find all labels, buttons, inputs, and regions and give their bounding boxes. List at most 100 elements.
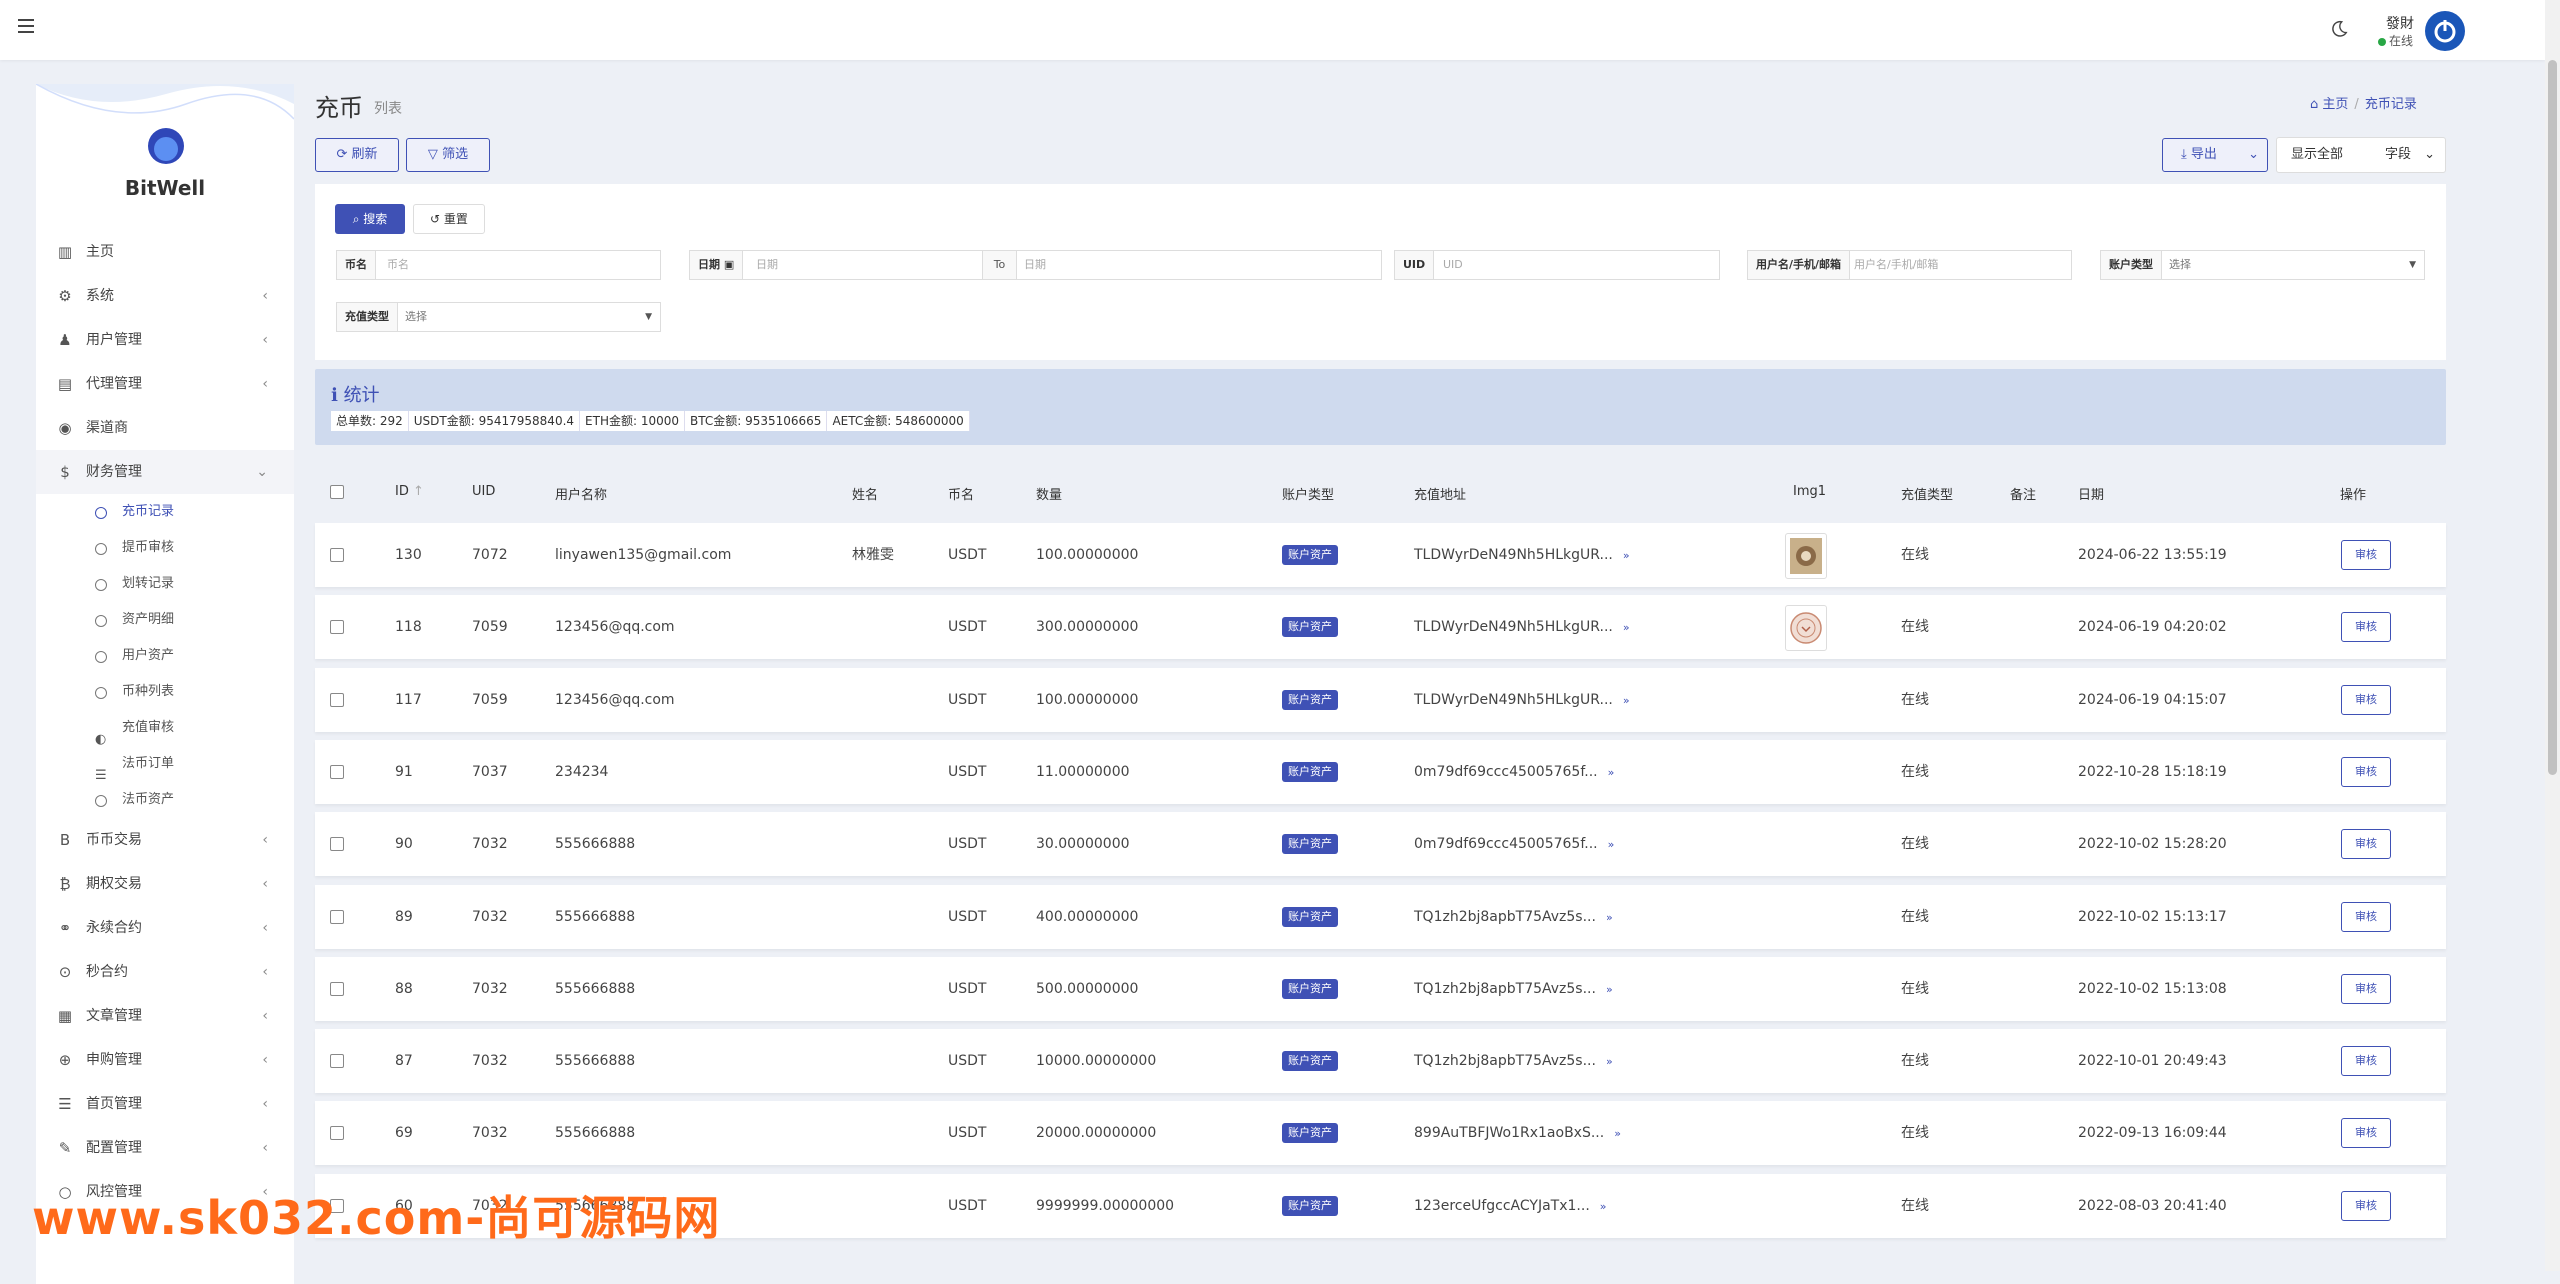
- sidebar-item[interactable]: ⊙ 秒合约 ‹: [36, 950, 294, 994]
- row-checkbox[interactable]: [330, 1126, 344, 1140]
- row-checkbox[interactable]: [330, 837, 344, 851]
- row-checkbox[interactable]: [330, 1054, 344, 1068]
- search-button[interactable]: ⌕ 搜索: [335, 204, 405, 234]
- expand-icon[interactable]: »: [1606, 1055, 1613, 1068]
- refresh-button[interactable]: ⟳ 刷新: [315, 138, 399, 172]
- cell-address[interactable]: TQ1zh2bj8apbT75Avz5s... »: [1414, 1029, 1613, 1094]
- sidebar-item[interactable]: ⊕ 申购管理 ‹: [36, 1038, 294, 1082]
- row-checkbox[interactable]: [330, 910, 344, 924]
- row-checkbox[interactable]: [330, 693, 344, 707]
- expand-icon[interactable]: »: [1606, 911, 1613, 924]
- expand-icon[interactable]: »: [1623, 694, 1630, 707]
- cell-address[interactable]: TLDWyrDeN49Nh5HLkgUR... »: [1414, 595, 1630, 660]
- sidebar-item[interactable]: ▥ 主页: [36, 230, 294, 274]
- sidebar-subitem[interactable]: 资产明细: [36, 602, 294, 638]
- column-header[interactable]: 数量: [1036, 484, 1062, 503]
- fields-label[interactable]: 字段: [2385, 138, 2411, 172]
- column-header[interactable]: 备注: [2010, 484, 2036, 503]
- scrollbar-thumb[interactable]: [2548, 60, 2557, 775]
- receipt-photo-thumbnail[interactable]: [1785, 533, 1827, 579]
- coin-input[interactable]: 币名: [387, 251, 409, 279]
- column-header[interactable]: 日期: [2078, 484, 2104, 503]
- sidebar-item[interactable]: ₿ 期权交易 ‹: [36, 862, 294, 906]
- sidebar-item[interactable]: B 币币交易 ‹: [36, 818, 294, 862]
- column-header[interactable]: 充值类型: [1901, 484, 1953, 503]
- uid-input[interactable]: UID: [1443, 251, 1463, 279]
- column-header[interactable]: 姓名: [852, 484, 878, 503]
- cell-address[interactable]: 899AuTBFJWo1Rx1aoBxS... »: [1414, 1101, 1621, 1166]
- cell-address[interactable]: 0m79df69ccc45005765f... »: [1414, 812, 1614, 877]
- sidebar-subitem[interactable]: 充币记录: [36, 494, 294, 530]
- column-header[interactable]: UID: [472, 484, 495, 499]
- row-checkbox[interactable]: [330, 548, 344, 562]
- expand-icon[interactable]: »: [1614, 1127, 1621, 1140]
- reset-button[interactable]: ↺ 重置: [413, 204, 485, 234]
- breadcrumb-current[interactable]: 充币记录: [2365, 97, 2417, 112]
- column-header[interactable]: ID ↑: [395, 484, 424, 499]
- expand-icon[interactable]: »: [1600, 1200, 1607, 1213]
- audit-button[interactable]: 审核: [2341, 1118, 2391, 1148]
- sidebar-item[interactable]: ☰ 首页管理 ‹: [36, 1082, 294, 1126]
- audit-button[interactable]: 审核: [2341, 1191, 2391, 1221]
- sidebar-subitem[interactable]: ☰ 法币订单: [36, 746, 294, 783]
- column-header[interactable]: 账户类型: [1282, 484, 1334, 503]
- audit-button[interactable]: 审核: [2341, 540, 2391, 570]
- select-all-checkbox[interactable]: [330, 485, 344, 499]
- sidebar-item[interactable]: ⚙ 系统 ‹: [36, 274, 294, 318]
- cell-address[interactable]: 0m79df69ccc45005765f... »: [1414, 740, 1614, 805]
- expand-icon[interactable]: »: [1608, 838, 1615, 851]
- sidebar-item[interactable]: ◉ 渠道商: [36, 406, 294, 450]
- audit-button[interactable]: 审核: [2341, 757, 2391, 787]
- column-header[interactable]: 操作: [2340, 484, 2366, 503]
- page-scrollbar[interactable]: [2545, 0, 2560, 1271]
- column-display-dropdown[interactable]: 显示全部 字段 ⌄: [2276, 137, 2446, 173]
- date-from-input[interactable]: 日期: [756, 251, 778, 279]
- export-button[interactable]: ⤓ 导出 ⌄: [2162, 138, 2268, 172]
- recharge-type-select[interactable]: 选择: [405, 303, 427, 331]
- row-checkbox[interactable]: [330, 982, 344, 996]
- menu-toggle-icon[interactable]: [18, 19, 34, 33]
- user-input[interactable]: 用户名/手机/邮箱: [1854, 251, 1938, 279]
- row-checkbox[interactable]: [330, 765, 344, 779]
- audit-button[interactable]: 审核: [2341, 685, 2391, 715]
- breadcrumb-home[interactable]: 主页: [2322, 97, 2348, 112]
- sidebar-item[interactable]: ▦ 文章管理 ‹: [36, 994, 294, 1038]
- cell-address[interactable]: TQ1zh2bj8apbT75Avz5s... »: [1414, 885, 1613, 950]
- audit-button[interactable]: 审核: [2341, 829, 2391, 859]
- expand-icon[interactable]: »: [1606, 983, 1613, 996]
- column-header[interactable]: Img1: [1793, 484, 1826, 499]
- sidebar-subitem[interactable]: 法币资产: [36, 782, 294, 818]
- expand-icon[interactable]: »: [1623, 621, 1630, 634]
- cell-address[interactable]: TLDWyrDeN49Nh5HLkgUR... »: [1414, 668, 1630, 733]
- column-header[interactable]: 充值地址: [1414, 484, 1466, 503]
- cell-address[interactable]: TQ1zh2bj8apbT75Avz5s... »: [1414, 957, 1613, 1022]
- recharge-type-filter[interactable]: 充值类型 选择 ▼: [336, 302, 661, 332]
- sidebar-subitem[interactable]: ◐ 充值审核: [36, 710, 294, 747]
- account-type-select[interactable]: 选择: [2169, 251, 2191, 279]
- date-to-input[interactable]: 日期: [1024, 251, 1046, 279]
- cell-address[interactable]: TLDWyrDeN49Nh5HLkgUR... »: [1414, 523, 1630, 588]
- seal-image-thumbnail[interactable]: [1785, 605, 1827, 651]
- dark-mode-icon[interactable]: [2330, 20, 2348, 38]
- expand-icon[interactable]: »: [1623, 549, 1630, 562]
- user-name[interactable]: 發財: [2386, 13, 2414, 33]
- sidebar-subitem[interactable]: 提币审核: [36, 530, 294, 566]
- row-checkbox[interactable]: [330, 620, 344, 634]
- account-type-filter[interactable]: 账户类型 选择 ▼: [2100, 250, 2425, 280]
- cell-address[interactable]: 123erceUfgccACYJaTx1... »: [1414, 1174, 1607, 1239]
- sidebar-item[interactable]: ♟ 用户管理 ‹: [36, 318, 294, 362]
- audit-button[interactable]: 审核: [2341, 1046, 2391, 1076]
- sidebar-item[interactable]: ✎ 配置管理 ‹: [36, 1126, 294, 1170]
- audit-button[interactable]: 审核: [2341, 902, 2391, 932]
- sidebar-subitem[interactable]: 划转记录: [36, 566, 294, 602]
- sidebar-subitem[interactable]: 用户资产: [36, 638, 294, 674]
- sidebar-subitem[interactable]: 币种列表: [36, 674, 294, 710]
- column-header[interactable]: 币名: [948, 484, 974, 503]
- sort-icon[interactable]: ↑: [409, 484, 424, 499]
- sidebar-item[interactable]: $ 财务管理 ⌄: [36, 450, 294, 494]
- audit-button[interactable]: 审核: [2341, 612, 2391, 642]
- audit-button[interactable]: 审核: [2341, 974, 2391, 1004]
- filter-button[interactable]: ▽ 筛选: [406, 138, 490, 172]
- expand-icon[interactable]: »: [1608, 766, 1615, 779]
- column-header[interactable]: 用户名称: [555, 484, 607, 503]
